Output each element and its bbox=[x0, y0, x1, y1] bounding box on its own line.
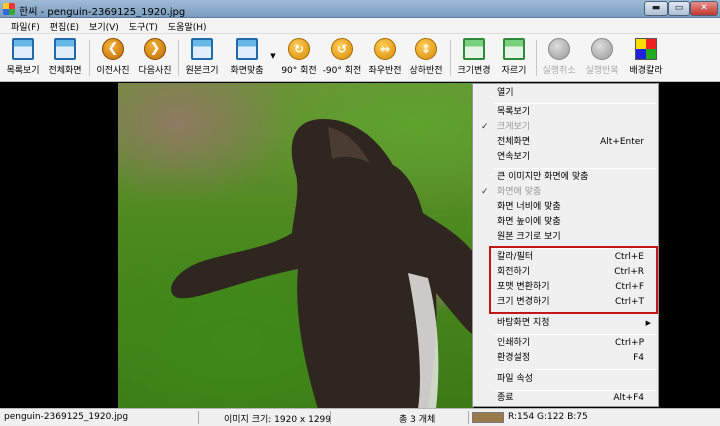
menu-item-fit-width[interactable]: 화면 너비에 맞춤 bbox=[473, 200, 658, 215]
menu-item-settings[interactable]: 환경설정 F4 bbox=[473, 351, 658, 366]
status-bar: penguin-2369125_1920.jpg 이미지 크기: 1920 x … bbox=[0, 408, 720, 426]
list-view-icon bbox=[12, 38, 34, 60]
menu-item-fit-screen[interactable]: ✓ 화면에 맞춤 bbox=[473, 185, 658, 200]
menu-item-fit-height[interactable]: 화면 높이에 맞춤 bbox=[473, 215, 658, 230]
fit-screen-icon bbox=[236, 38, 258, 60]
status-image-size: 이미지 크기: 1920 x 1299 bbox=[224, 415, 332, 425]
penguin-illustration bbox=[171, 119, 474, 409]
menu-item-print[interactable]: 인쇄하기 Ctrl+P bbox=[473, 336, 658, 351]
background-color-label: 배경칼라 bbox=[629, 66, 663, 76]
menu-item-fullscreen[interactable]: 전체화면 Alt+Enter bbox=[473, 135, 658, 150]
undo-icon bbox=[548, 38, 570, 60]
menu-file[interactable]: 파일(F) bbox=[6, 18, 45, 33]
fit-screen-label: 화면맞춤 bbox=[230, 66, 264, 76]
next-photo-button[interactable]: ❯ 다음사진 bbox=[135, 36, 175, 80]
fullscreen-label: 전체화면 bbox=[48, 66, 82, 76]
menu-item-slideshow[interactable]: 연속보기 bbox=[473, 150, 658, 165]
background-color-button[interactable]: 배경칼라 bbox=[626, 36, 666, 80]
maximize-button[interactable]: ▭ bbox=[668, 1, 690, 16]
redo-icon bbox=[591, 38, 613, 60]
status-pixel-color: R:154 G:122 B:75 bbox=[508, 412, 588, 422]
redo-label: 실행반복 bbox=[585, 66, 619, 76]
resize-label: 크기변경 bbox=[457, 66, 491, 76]
status-item-count: 총 3 개체 bbox=[399, 415, 436, 425]
menu-help[interactable]: 도움말(H) bbox=[163, 18, 212, 33]
menu-separator bbox=[495, 334, 656, 335]
toolbar-separator bbox=[450, 40, 451, 76]
menu-item-large-view[interactable]: ✓ 크게보기 bbox=[473, 120, 658, 135]
rotate-90-button[interactable]: ↻ 90° 회전 bbox=[279, 36, 319, 80]
rotate-90-label: 90° 회전 bbox=[281, 66, 317, 76]
menu-tools[interactable]: 도구(T) bbox=[124, 18, 163, 33]
toolbar: 목록보기 전체화면 ❮ 이전사진 ❯ 다음사진 원본크기 화면맞춤 ▼ ↻ 90… bbox=[0, 34, 720, 82]
checkmark-icon: ✓ bbox=[481, 187, 489, 197]
previous-photo-button[interactable]: ❮ 이전사진 bbox=[93, 36, 133, 80]
flip-horizontal-button[interactable]: ⇔ 좌우반전 bbox=[365, 36, 405, 80]
resize-button[interactable]: 크기변경 bbox=[454, 36, 494, 80]
menu-item-open[interactable]: 열기 bbox=[473, 86, 658, 101]
title-bar: 한씨 - penguin-2369125_1920.jpg ▬ ▭ ✕ bbox=[0, 0, 720, 18]
penguin-photo bbox=[118, 83, 474, 409]
fullscreen-icon bbox=[54, 38, 76, 60]
submenu-arrow-icon: ▶ bbox=[645, 319, 651, 327]
flip-vertical-label: 상하반전 bbox=[409, 66, 443, 76]
original-size-icon bbox=[191, 38, 213, 60]
rotate-right-icon: ↻ bbox=[288, 38, 310, 60]
redo-button[interactable]: 실행반복 bbox=[582, 36, 622, 80]
toolbar-separator bbox=[89, 40, 90, 76]
next-arrow-icon: ❯ bbox=[144, 38, 166, 60]
status-divider bbox=[330, 411, 331, 424]
checkmark-icon: ✓ bbox=[481, 122, 489, 132]
menu-edit[interactable]: 편집(E) bbox=[45, 18, 84, 33]
menu-separator bbox=[495, 168, 656, 169]
minimize-button[interactable]: ▬ bbox=[644, 1, 668, 16]
status-divider bbox=[468, 411, 469, 424]
rotate-minus-90-button[interactable]: ↺ -90° 회전 bbox=[320, 36, 364, 80]
chevron-down-icon: ▼ bbox=[270, 52, 276, 60]
context-menu: 열기 목록보기 ✓ 크게보기 전체화면 Alt+Enter 연속보기 큰 이미지만 … bbox=[472, 83, 659, 407]
crop-icon bbox=[503, 38, 525, 60]
menu-item-original-size[interactable]: 원본 크기로 보기 bbox=[473, 230, 658, 245]
highlight-annotation-box bbox=[489, 246, 658, 314]
status-divider bbox=[198, 411, 199, 424]
menu-item-file-properties[interactable]: 파일 속성 bbox=[473, 372, 658, 387]
pixel-color-swatch bbox=[472, 412, 504, 423]
status-filename: penguin-2369125_1920.jpg bbox=[4, 412, 129, 422]
close-button[interactable]: ✕ bbox=[690, 1, 718, 16]
menu-bar: 파일(F) 편집(E) 보기(V) 도구(T) 도움말(H) bbox=[0, 18, 720, 34]
crop-label: 자르기 bbox=[501, 66, 527, 76]
menu-separator bbox=[495, 369, 656, 370]
menu-separator bbox=[495, 103, 656, 104]
menu-view[interactable]: 보기(V) bbox=[84, 18, 124, 33]
menu-item-list-view[interactable]: 목록보기 bbox=[473, 105, 658, 120]
crop-button[interactable]: 자르기 bbox=[496, 36, 532, 80]
flip-horizontal-icon: ⇔ bbox=[374, 38, 396, 60]
next-photo-label: 다음사진 bbox=[138, 66, 172, 76]
app-logo-icon bbox=[3, 3, 15, 15]
undo-button[interactable]: 실행취소 bbox=[539, 36, 579, 80]
flip-vertical-button[interactable]: ⇕ 상하반전 bbox=[406, 36, 446, 80]
original-size-button[interactable]: 원본크기 bbox=[182, 36, 222, 80]
window-title: 한씨 - penguin-2369125_1920.jpg bbox=[19, 7, 186, 18]
resize-icon bbox=[463, 38, 485, 60]
menu-item-fit-large-only[interactable]: 큰 이미지만 화면에 맞춤 bbox=[473, 170, 658, 185]
previous-photo-label: 이전사진 bbox=[96, 66, 130, 76]
toolbar-separator bbox=[536, 40, 537, 76]
toolbar-separator bbox=[178, 40, 179, 76]
flip-vertical-icon: ⇕ bbox=[415, 38, 437, 60]
flip-horizontal-label: 좌우반전 bbox=[368, 66, 402, 76]
fullscreen-button[interactable]: 전체화면 bbox=[44, 36, 86, 80]
original-size-label: 원본크기 bbox=[185, 66, 219, 76]
list-view-label: 목록보기 bbox=[6, 66, 40, 76]
background-color-icon bbox=[635, 38, 657, 60]
rotate-minus-90-label: -90° 회전 bbox=[322, 66, 362, 76]
undo-label: 실행취소 bbox=[542, 66, 576, 76]
list-view-button[interactable]: 목록보기 bbox=[4, 36, 42, 80]
rotate-left-icon: ↺ bbox=[331, 38, 353, 60]
menu-item-set-wallpaper[interactable]: 바탕화면 지정 ▶ bbox=[473, 316, 658, 331]
menu-item-exit[interactable]: 종료 Alt+F4 bbox=[473, 391, 658, 406]
previous-arrow-icon: ❮ bbox=[102, 38, 124, 60]
fit-screen-button[interactable]: 화면맞춤 bbox=[225, 36, 269, 80]
fit-screen-dropdown[interactable]: ▼ bbox=[268, 36, 278, 80]
